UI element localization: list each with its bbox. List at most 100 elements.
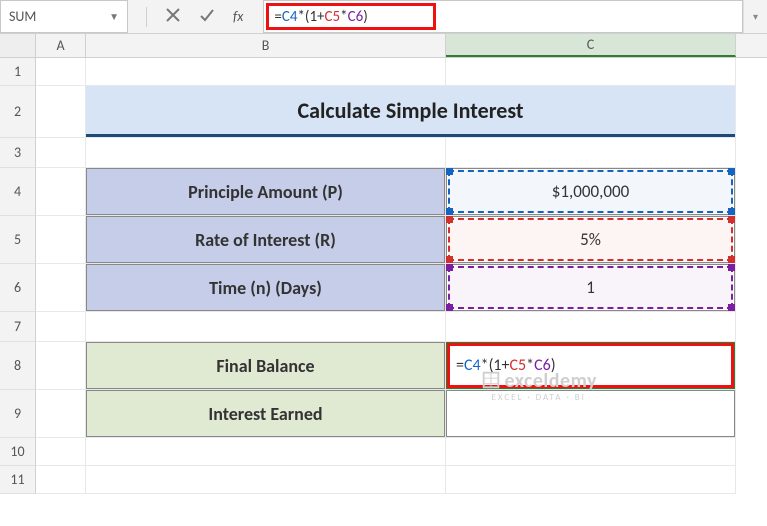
cell-b10[interactable] [86, 438, 446, 466]
grid: 1 2 3 4 5 6 7 8 9 10 11 Calculate Simple… [0, 58, 767, 494]
row-head-10[interactable]: 10 [0, 438, 36, 466]
cancel-icon[interactable] [165, 7, 181, 27]
row-head-9[interactable]: 9 [0, 390, 36, 438]
row-head-11[interactable]: 11 [0, 466, 36, 494]
ref-handle[interactable] [728, 208, 735, 215]
cf-suf: ) [551, 356, 556, 375]
cell-formula-text: =C4*(1+C5*C6) [446, 356, 735, 375]
formula-ref-c4: C4 [282, 8, 298, 26]
cell-b9[interactable]: Interest Earned [86, 390, 446, 438]
value-principle: $1,000,000 [446, 168, 735, 215]
cell-a3[interactable] [36, 138, 86, 168]
cell-b1[interactable] [86, 58, 446, 86]
row-head-3[interactable]: 3 [0, 138, 36, 168]
cell-a9[interactable] [36, 390, 86, 438]
cell-a2[interactable] [36, 86, 86, 138]
row-header-strip: 1 2 3 4 5 6 7 8 9 10 11 [0, 58, 36, 494]
formula-ref-c5: C5 [325, 8, 341, 26]
cell-b4[interactable]: Principle Amount (P) [86, 168, 446, 216]
cell-b6[interactable]: Time (n) (Days) [86, 264, 446, 312]
cell-a8[interactable] [36, 342, 86, 390]
cell-a11[interactable] [36, 466, 86, 494]
ref-handle[interactable] [728, 264, 735, 271]
formula-txt3: ) [363, 8, 368, 26]
label-rate-text: Rate of Interest (R) [195, 229, 336, 251]
formula-input[interactable]: =C4*(1+C5*C6) [263, 0, 743, 33]
cell-a10[interactable] [36, 438, 86, 466]
ref-handle[interactable] [446, 304, 453, 311]
cf-ref3: C6 [534, 356, 551, 375]
col-head-a[interactable]: A [36, 34, 86, 57]
ref-handle[interactable] [728, 256, 735, 263]
ref-handle[interactable] [446, 256, 453, 263]
select-all-corner[interactable] [0, 34, 36, 57]
cell-c3[interactable] [446, 138, 736, 168]
cell-a6[interactable] [36, 264, 86, 312]
ref-handle[interactable] [728, 304, 735, 311]
value-time: 1 [446, 264, 735, 311]
cell-a7[interactable] [36, 312, 86, 342]
row-head-1[interactable]: 1 [0, 58, 36, 86]
cell-c9[interactable] [446, 390, 736, 438]
title-cell[interactable]: Calculate Simple Interest [86, 86, 736, 138]
cell-area: Calculate Simple Interest Principle Amou… [36, 58, 767, 494]
label-rate: Rate of Interest (R) [86, 216, 445, 263]
row-head-4[interactable]: 4 [0, 168, 36, 216]
label-time: Time (n) (Days) [86, 264, 445, 311]
row-head-8[interactable]: 8 [0, 342, 36, 390]
cell-b3[interactable] [86, 138, 446, 168]
label-interest-earned: Interest Earned [86, 390, 445, 437]
formula-eq: = [274, 8, 281, 26]
ref-handle[interactable] [446, 216, 453, 223]
name-box-value: SUM [9, 8, 36, 25]
cell-c7[interactable] [446, 312, 736, 342]
cell-c5[interactable]: 5% [446, 216, 736, 264]
ref-handle[interactable] [446, 208, 453, 215]
label-interest-earned-text: Interest Earned [208, 403, 322, 425]
ref-handle[interactable] [446, 168, 453, 175]
cell-a1[interactable] [36, 58, 86, 86]
value-principle-text: $1,000,000 [552, 181, 629, 202]
value-interest-earned [446, 390, 735, 437]
col-head-c[interactable]: C [446, 34, 736, 57]
cf-m2: * [526, 356, 534, 375]
formula-txt2: * [340, 8, 347, 26]
cell-c1[interactable] [446, 58, 736, 86]
row-head-5[interactable]: 5 [0, 216, 36, 264]
row-head-6[interactable]: 6 [0, 264, 36, 312]
label-time-text: Time (n) (Days) [209, 277, 322, 299]
ref-handle[interactable] [728, 216, 735, 223]
formula-bar-row: SUM ▼ fx =C4*(1+C5*C6) ▾ [0, 0, 767, 34]
cell-b11[interactable] [86, 466, 446, 494]
value-time-text: 1 [586, 277, 595, 298]
expand-formula-bar-icon[interactable]: ▾ [743, 0, 767, 33]
ref-handle[interactable] [728, 168, 735, 175]
chevron-down-icon[interactable]: ▼ [109, 10, 119, 23]
enter-icon[interactable] [199, 7, 215, 27]
formula-txt: *(1+ [297, 8, 324, 26]
name-box[interactable]: SUM ▼ [0, 0, 128, 33]
value-rate: 5% [446, 216, 735, 263]
cell-a4[interactable] [36, 168, 86, 216]
cell-c8-active[interactable]: =C4*(1+C5*C6) [446, 342, 736, 390]
ref-handle[interactable] [446, 264, 453, 271]
label-final-balance: Final Balance [86, 342, 445, 389]
fx-label[interactable]: fx [233, 8, 251, 25]
cf-m1: *(1+ [481, 356, 510, 375]
row-head-7[interactable]: 7 [0, 312, 36, 342]
formula-bar-controls: fx [128, 0, 263, 33]
cell-b7[interactable] [86, 312, 446, 342]
col-head-b[interactable]: B [86, 34, 446, 57]
row-head-2[interactable]: 2 [0, 86, 36, 138]
cell-c6[interactable]: 1 [446, 264, 736, 312]
column-header-row: A B C [0, 34, 767, 58]
cell-a5[interactable] [36, 216, 86, 264]
title-banner: Calculate Simple Interest [86, 86, 735, 137]
cell-c11[interactable] [446, 466, 736, 494]
cell-c10[interactable] [446, 438, 736, 466]
cell-b8[interactable]: Final Balance [86, 342, 446, 390]
cell-c4[interactable]: $1,000,000 [446, 168, 736, 216]
page-title: Calculate Simple Interest [297, 97, 523, 124]
cell-b5[interactable]: Rate of Interest (R) [86, 216, 446, 264]
label-final-balance-text: Final Balance [216, 355, 314, 377]
